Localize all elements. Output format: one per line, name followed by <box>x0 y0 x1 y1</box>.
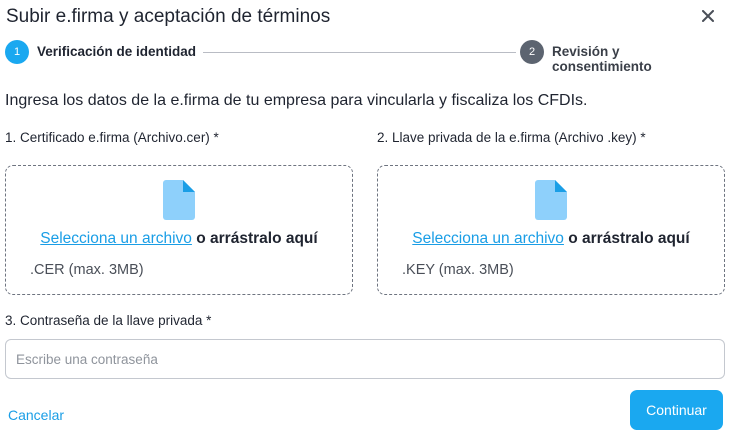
step-1-number: 1 <box>5 40 29 64</box>
continue-button[interactable]: Continuar <box>630 390 723 430</box>
file-icon <box>163 180 195 220</box>
password-label: 3. Contraseña de la llave privada * <box>5 313 212 328</box>
intro-text: Ingresa los datos de la e.firma de tu em… <box>5 92 588 109</box>
cer-size-hint: .CER (max. 3MB) <box>30 262 144 278</box>
key-dropzone-text: Selecciona un archivo o arrástralo aquí <box>378 230 724 248</box>
key-dropzone[interactable]: Selecciona un archivo o arrástralo aquí … <box>377 165 725 295</box>
cer-upload-label: 1. Certificado e.firma (Archivo.cer) * <box>5 130 219 145</box>
file-icon <box>535 180 567 220</box>
key-drag-text: o arrástralo aquí <box>563 230 690 247</box>
cer-drag-text: o arrástralo aquí <box>191 230 318 247</box>
key-upload-label: 2. Llave privada de la e.firma (Archivo … <box>377 130 646 145</box>
cancel-button[interactable]: Cancelar <box>8 407 64 423</box>
step-1-label: Verificación de identidad <box>37 44 197 59</box>
key-size-hint: .KEY (max. 3MB) <box>402 262 514 278</box>
cer-dropzone[interactable]: Selecciona un archivo o arrástralo aquí … <box>5 165 353 295</box>
password-input[interactable] <box>5 339 725 379</box>
close-icon[interactable] <box>697 5 719 27</box>
step-2-label: Revisión y consentimiento <box>552 44 652 74</box>
stepper-connector <box>203 52 516 53</box>
cer-dropzone-text: Selecciona un archivo o arrástralo aquí <box>6 230 352 248</box>
key-select-file-link[interactable]: Selecciona un archivo <box>412 230 564 247</box>
stepper: 1 Verificación de identidad 2 Revisión y… <box>5 40 721 74</box>
cer-select-file-link[interactable]: Selecciona un archivo <box>40 230 192 247</box>
dialog-title: Subir e.firma y aceptación de términos <box>6 6 331 27</box>
step-2-number: 2 <box>520 40 544 64</box>
